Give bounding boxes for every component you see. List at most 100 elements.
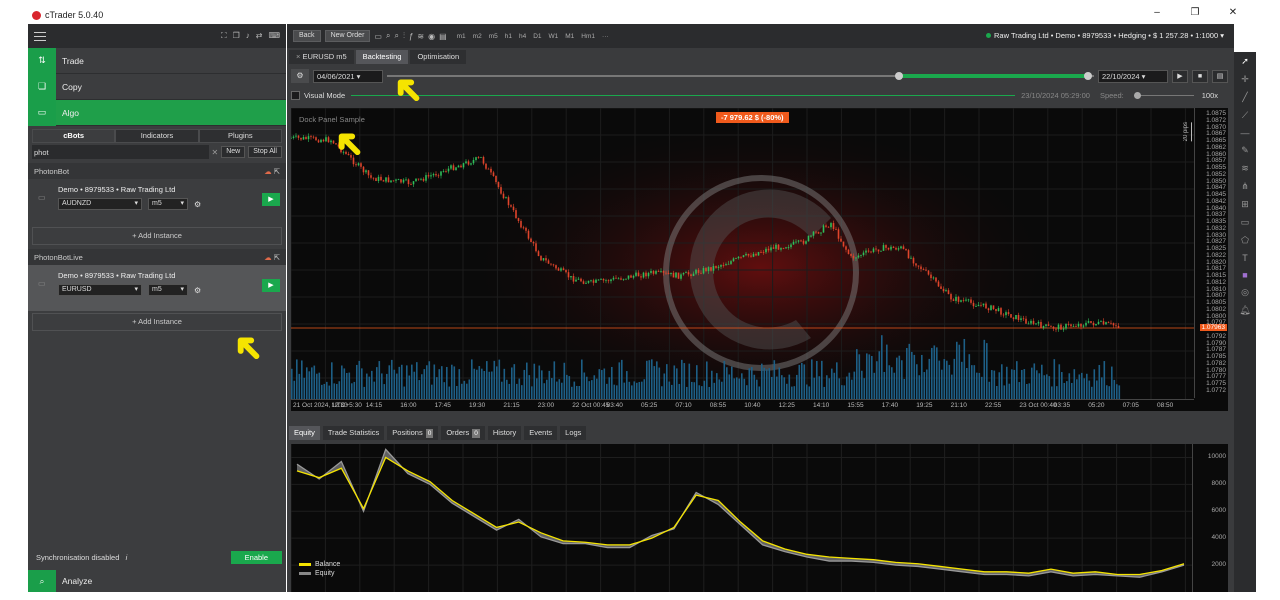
nav-trade[interactable]: ⇅ Trade [28, 47, 286, 74]
connection-icon[interactable]: ⇄ [256, 31, 263, 41]
maximize-button[interactable]: ❐ [1176, 7, 1214, 18]
pen-tool-icon[interactable]: ✎ [1241, 145, 1249, 156]
price-chart[interactable]: Dock Panel Sample -7 979.62 $ (-80%) 20 … [291, 108, 1228, 411]
tab-plugins[interactable]: Plugins [198, 129, 282, 143]
color-picker-icon[interactable]: ■ [1242, 270, 1247, 280]
eye-icon[interactable]: ◎ [1241, 287, 1249, 298]
share-icon[interactable]: ⇱ [274, 167, 280, 176]
play-backtest-button[interactable]: ▶ [1172, 69, 1188, 83]
minimize-button[interactable]: – [1138, 7, 1176, 18]
tf-button[interactable]: h4 [519, 33, 526, 40]
tab-indicators[interactable]: Indicators [115, 129, 199, 143]
tf-button[interactable]: m1 [457, 33, 466, 40]
equity-chart[interactable]: 10000 8000 6000 4000 2000 Balance Equity [291, 444, 1228, 592]
menu-icon[interactable] [34, 31, 46, 41]
cbot-instance[interactable]: ▭ Demo • 8979533 • Raw Trading Ltd EURUS… [28, 265, 286, 311]
eye-icon[interactable]: ◉ [428, 32, 435, 41]
nav-analyze[interactable]: ⌕ Analyze [28, 570, 286, 592]
add-instance-button[interactable]: + Add Instance [32, 227, 282, 245]
tab-optimisation[interactable]: Optimisation [410, 50, 467, 64]
cursor-icon[interactable]: ➚ [1241, 56, 1249, 67]
cbot-group-header[interactable]: PhotonBot ☁ ⇱ [28, 163, 286, 179]
date-range-slider[interactable] [387, 69, 1094, 83]
tf-button[interactable]: Hm1 [581, 33, 595, 40]
shape-icon[interactable]: ⬠ [1241, 235, 1249, 246]
enable-sync-button[interactable]: Enable [230, 550, 282, 564]
copy-layout-icon[interactable]: ❐ [233, 31, 240, 41]
tab-events[interactable]: Events [524, 426, 558, 440]
stop-all-button[interactable]: Stop All [248, 146, 282, 158]
tf-button[interactable]: W1 [549, 33, 559, 40]
range-end-handle[interactable] [1084, 72, 1092, 80]
report-button[interactable]: ▤ [1212, 69, 1228, 83]
stop-backtest-button[interactable]: ■ [1192, 69, 1208, 83]
search-input[interactable] [32, 145, 209, 159]
tab-backtesting[interactable]: Backtesting [355, 50, 409, 64]
fullscreen-icon[interactable]: ⛶ [221, 31, 227, 41]
symbol-select[interactable]: AUDNZD ▾ [58, 198, 142, 210]
tab-history[interactable]: History [487, 426, 522, 440]
tab-equity[interactable]: Equity [289, 426, 320, 440]
visual-mode-checkbox[interactable] [291, 90, 300, 100]
price-axis[interactable]: 1.0875 1.0872 1.0870 1.0867 1.0865 1.0862 1.08… [1194, 108, 1228, 398]
pitchfork-icon[interactable]: ⋔ [1241, 181, 1249, 192]
settings-gear-icon[interactable]: ⚙ [194, 200, 201, 209]
zoom-in-icon[interactable]: ⌕ [386, 31, 390, 41]
alert-bell-icon[interactable]: 🔔︎ [1239, 305, 1250, 316]
callout-icon[interactable]: ▭ [1241, 217, 1250, 228]
new-cbot-button[interactable]: New [221, 146, 246, 158]
close-button[interactable]: ✕ [1214, 7, 1252, 18]
measure-icon[interactable]: ⊞ [1241, 199, 1249, 210]
start-date-field[interactable]: 04/06/2021 ▾ [313, 69, 383, 83]
back-button[interactable]: Back [293, 30, 321, 42]
line-tool-icon[interactable]: ╱ [1242, 92, 1247, 103]
tab-positions[interactable]: Positions 0 [387, 426, 439, 440]
start-cbot-button[interactable]: ▶ [262, 193, 280, 206]
tab-cbots[interactable]: cBots [32, 129, 116, 143]
speed-handle[interactable] [1133, 91, 1141, 99]
cbot-group-header[interactable]: PhotonBotLive ☁ ⇱ [28, 249, 286, 265]
symbol-select[interactable]: EURUSD ▾ [58, 284, 142, 296]
tab-symbol[interactable]: × EURUSD m5 [289, 50, 354, 64]
timeframe-select[interactable]: m5 ▾ [148, 284, 188, 296]
share-icon[interactable]: ⇱ [274, 253, 280, 262]
sound-icon[interactable]: ♪ [246, 31, 250, 41]
template-icon[interactable]: ▤ [439, 32, 447, 41]
time-axis[interactable]: 21 Oct 2024, UTC+5:30 12:30 14:15 16:00 17:4… [291, 399, 1194, 411]
chart-type-icon[interactable]: ⫶ [403, 31, 405, 41]
backtest-settings-icon[interactable]: ⚙ [291, 69, 309, 83]
more-icon[interactable]: ··· [602, 33, 609, 40]
tf-button[interactable]: m2 [473, 33, 482, 40]
tf-button[interactable]: m5 [489, 33, 498, 40]
nav-algo[interactable]: ▭ Algo [28, 99, 286, 126]
indicators-icon[interactable]: ƒ [409, 32, 413, 41]
layers-icon[interactable]: ≋ [417, 32, 424, 41]
account-info[interactable]: Raw Trading Ltd • Demo • 8979533 • Hedgi… [986, 31, 1224, 40]
horizontal-line-icon[interactable]: — [1241, 128, 1250, 138]
tab-orders[interactable]: Orders 0 [441, 426, 485, 440]
start-cbot-button[interactable]: ▶ [262, 279, 280, 292]
range-start-handle[interactable] [895, 72, 903, 80]
settings-gear-icon[interactable]: ⚙ [194, 286, 201, 295]
tab-logs[interactable]: Logs [560, 426, 587, 440]
ray-tool-icon[interactable]: ⟋ [1242, 110, 1248, 121]
cloud-icon[interactable]: ☁ [264, 167, 272, 176]
new-order-button[interactable]: New Order [324, 30, 371, 42]
speed-slider[interactable] [1133, 91, 1194, 99]
timeframe-select[interactable]: m5 ▾ [148, 198, 188, 210]
tab-trade-statistics[interactable]: Trade Statistics [322, 426, 385, 440]
tf-button[interactable]: h1 [505, 33, 512, 40]
cbot-instance[interactable]: ▭ Demo • 8979533 • Raw Trading Ltd AUDNZ… [28, 179, 286, 225]
cloud-icon[interactable]: ☁ [264, 253, 272, 262]
info-icon[interactable]: i [126, 553, 128, 562]
keyboard-icon[interactable]: ⌨ [268, 31, 280, 41]
layout-icon[interactable]: ▭ [374, 32, 382, 41]
crosshair-icon[interactable]: ✛ [1241, 74, 1249, 85]
tf-button[interactable]: D1 [533, 33, 541, 40]
zoom-out-icon[interactable]: ⌕ [394, 31, 398, 41]
clear-search-icon[interactable]: ✕ [212, 148, 219, 157]
text-tool-icon[interactable]: T [1242, 253, 1248, 263]
nav-copy[interactable]: ❏ Copy [28, 73, 286, 100]
tf-button[interactable]: M1 [565, 33, 574, 40]
fibonacci-icon[interactable]: ≋ [1241, 163, 1249, 174]
